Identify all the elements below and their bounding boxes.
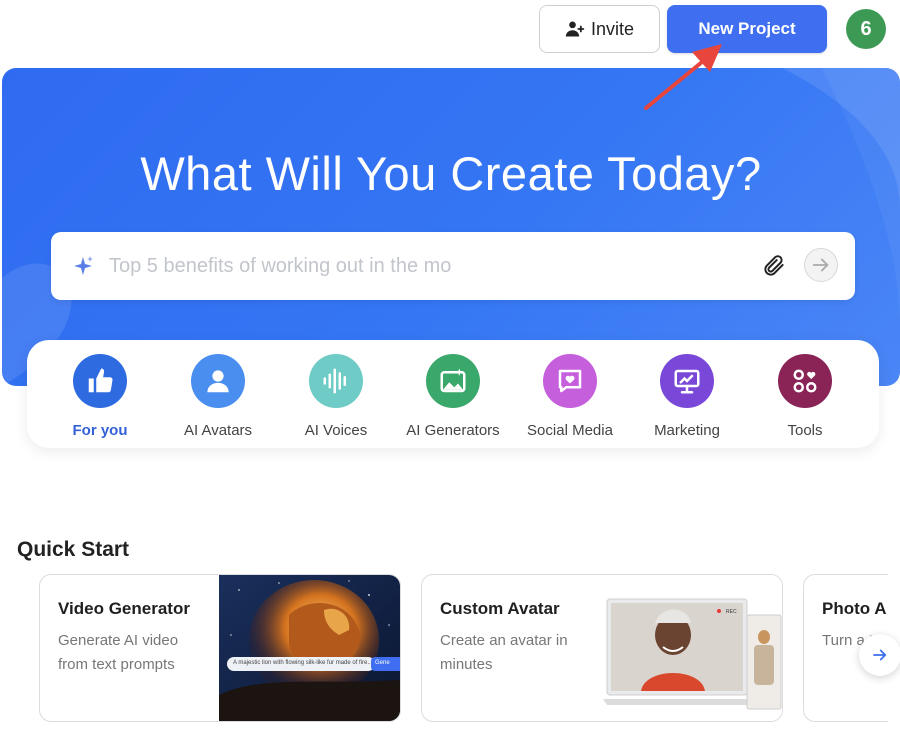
- lion-preview-image: [219, 575, 400, 721]
- category-bar: For you AI Avatars AI Voices AI Generato…: [27, 340, 879, 448]
- quick-start-card-custom-avatar[interactable]: Custom Avatar Create an avatar in minute…: [421, 574, 783, 722]
- category-for-you[interactable]: For you: [40, 354, 160, 439]
- category-ai-avatars[interactable]: AI Avatars: [158, 354, 278, 439]
- avatar-preview-image: [601, 575, 782, 721]
- rec-indicator: REC: [726, 609, 737, 615]
- category-label: Tools: [787, 422, 823, 439]
- arrow-right-icon: [812, 258, 829, 272]
- category-ai-generators[interactable]: AI Generators: [393, 354, 513, 439]
- heart-chat-icon: [543, 354, 597, 408]
- hero-title: What Will You Create Today?: [140, 147, 762, 200]
- category-marketing[interactable]: Marketing: [627, 354, 747, 439]
- category-label: AI Avatars: [183, 422, 253, 439]
- add-user-icon: [565, 21, 585, 37]
- new-project-button[interactable]: New Project: [667, 5, 827, 53]
- card-description: Generate AI video from text prompts: [58, 632, 179, 673]
- image-caption: A majestic lion with flowing silk-like f…: [227, 657, 375, 671]
- prompt-input[interactable]: [109, 254, 729, 278]
- tools-grid-icon: [778, 354, 832, 408]
- image-generate-chip: Gene: [371, 657, 400, 671]
- image-sparkle-icon: [426, 354, 480, 408]
- category-label: Marketing: [654, 422, 720, 439]
- category-social-media[interactable]: Social Media: [510, 354, 630, 439]
- avatar-initial: 6: [860, 17, 872, 40]
- hero-background-waves: [2, 68, 900, 386]
- carousel-next-button[interactable]: [859, 634, 900, 676]
- category-ai-voices[interactable]: AI Voices: [276, 354, 396, 439]
- category-tools[interactable]: Tools: [745, 354, 865, 439]
- quick-start-title: Quick Start: [17, 538, 130, 561]
- invite-button[interactable]: Invite: [539, 5, 660, 53]
- user-icon: [191, 354, 245, 408]
- thumbs-up-icon: [73, 354, 127, 408]
- category-label: AI Voices: [304, 422, 368, 439]
- waveform-icon: [309, 354, 363, 408]
- quick-start-card-video-generator[interactable]: Video Generator Generate AI video from t…: [39, 574, 401, 722]
- avatar[interactable]: 6: [846, 9, 886, 49]
- chevron-right-icon: [873, 649, 887, 661]
- invite-label: Invite: [590, 18, 635, 39]
- new-project-label: New Project: [698, 19, 796, 38]
- card-description: Create an avatar in minutes: [440, 632, 568, 673]
- card-title: Video Generator: [58, 599, 190, 618]
- chart-presentation-icon: [660, 354, 714, 408]
- category-label: AI Generators: [406, 422, 500, 439]
- sparkle-icon: [74, 256, 93, 275]
- category-label: Social Media: [527, 422, 613, 439]
- category-label: For you: [72, 422, 128, 439]
- prompt-box: [51, 232, 855, 300]
- paperclip-icon[interactable]: [761, 252, 787, 280]
- send-button[interactable]: [804, 248, 838, 282]
- hero-banner: What Will You Create Today?: [2, 68, 900, 386]
- card-title: Custom Avatar: [440, 599, 560, 618]
